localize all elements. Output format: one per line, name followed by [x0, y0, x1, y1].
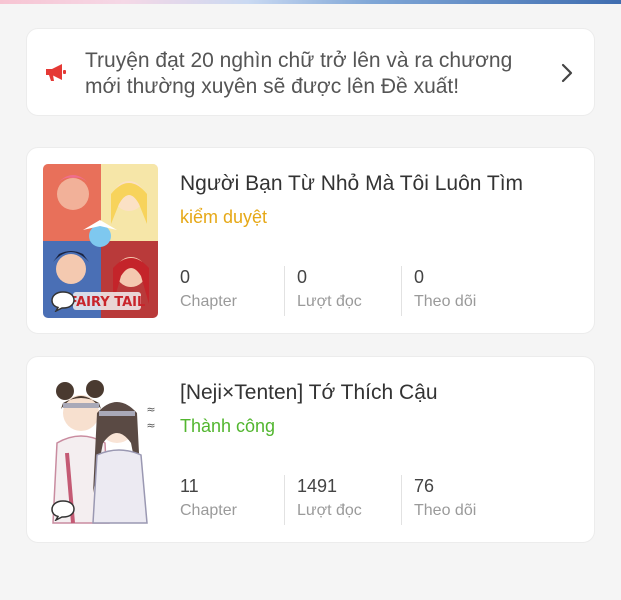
svg-text:FAIRY TAIL: FAIRY TAIL: [69, 295, 146, 310]
chapter-label: Chapter: [180, 502, 237, 519]
follow-label: Theo dõi: [414, 293, 477, 310]
follow-label: Theo dõi: [414, 502, 477, 519]
stat-follows: 76 Theo dõi: [401, 475, 524, 525]
follow-count: 76: [414, 476, 435, 496]
follow-count: 0: [414, 267, 425, 287]
notice-text: Truyện đạt 20 nghìn chữ trở lên và ra ch…: [85, 49, 513, 98]
read-label: Lượt đọc: [297, 293, 362, 310]
chapter-label: Chapter: [180, 293, 237, 310]
story-stats: 0 Chapter 0 Lượt đọc 0 Theo dõi: [180, 266, 580, 316]
story-cover-image: ≈ ≈: [43, 373, 158, 527]
stat-follows: 0 Theo dõi: [401, 266, 524, 316]
chat-bubble-icon: [51, 500, 75, 521]
story-title[interactable]: Người Bạn Từ Nhỏ Mà Tôi Luôn Tìm: [180, 172, 580, 196]
chapter-count: 0: [180, 267, 191, 287]
chevron-right-icon[interactable]: [560, 63, 574, 83]
read-count: 0: [297, 267, 308, 287]
status-badge: kiểm duyệt: [180, 207, 268, 227]
chapter-count: 11: [180, 476, 199, 496]
stat-reads: 0 Lượt đọc: [284, 266, 407, 316]
top-banner-strip: [0, 0, 621, 4]
stat-chapters: 0 Chapter: [180, 266, 290, 316]
story-title[interactable]: [Neji×Tenten] Tớ Thích Cậu: [180, 381, 580, 405]
story-card[interactable]: FAIRY TAIL Người Bạn Từ Nhỏ Mà Tôi Luôn …: [26, 147, 595, 334]
story-cover-image: FAIRY TAIL: [43, 164, 158, 318]
stat-reads: 1491 Lượt đọc: [284, 475, 407, 525]
svg-text:≈: ≈: [146, 419, 155, 432]
status-badge: Thành công: [180, 416, 276, 436]
stat-chapters: 11 Chapter: [180, 475, 290, 525]
read-count: 1491: [297, 476, 338, 496]
chat-bubble-icon: [51, 291, 75, 312]
story-card[interactable]: ≈ ≈ [Neji×Tenten] Tớ Thích Cậu Thành côn…: [26, 356, 595, 543]
megaphone-icon: [46, 64, 66, 81]
story-stats: 11 Chapter 1491 Lượt đọc 76 Theo dõi: [180, 475, 580, 525]
recommendation-notice[interactable]: Truyện đạt 20 nghìn chữ trở lên và ra ch…: [26, 28, 595, 116]
svg-text:≈: ≈: [146, 403, 155, 416]
read-label: Lượt đọc: [297, 502, 362, 519]
